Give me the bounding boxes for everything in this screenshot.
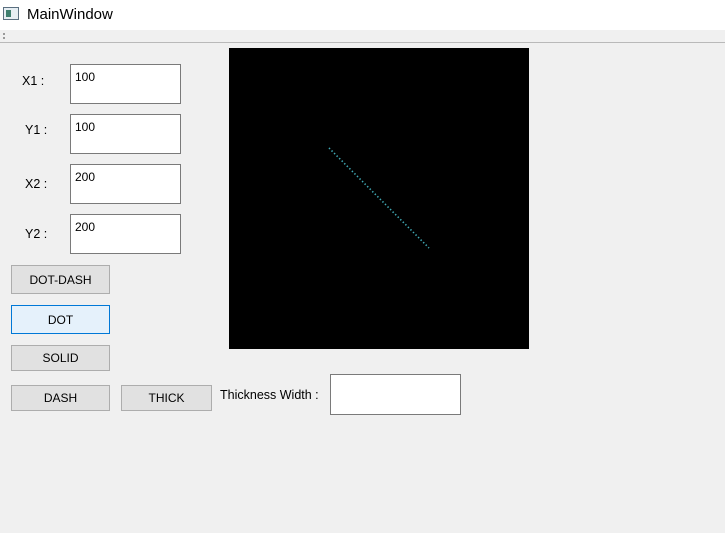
window-title: MainWindow (27, 6, 113, 23)
app-window-icon (3, 7, 19, 20)
x2-input[interactable]: 200 (70, 164, 181, 204)
title-bar: MainWindow (0, 0, 725, 30)
dash-button[interactable]: DASH (11, 385, 110, 411)
toolbar-grip-handle[interactable] (3, 33, 7, 39)
thick-button[interactable]: THICK (121, 385, 212, 411)
toolbar-area (0, 30, 725, 43)
x1-input[interactable]: 100 (70, 64, 181, 104)
canvas-svg (328, 147, 430, 249)
drawing-canvas[interactable] (229, 48, 529, 349)
dot-dash-button[interactable]: DOT-DASH (11, 265, 110, 294)
x2-label: X2 : (25, 177, 48, 191)
drawn-line (328, 147, 430, 249)
x1-label: X1 : (22, 74, 45, 88)
thickness-width-input[interactable] (330, 374, 461, 415)
y2-input[interactable]: 200 (70, 214, 181, 254)
thickness-width-label: Thickness Width : (220, 388, 319, 402)
y2-label: Y2 : (25, 227, 48, 241)
y1-input[interactable]: 100 (70, 114, 181, 154)
y1-label: Y1 : (25, 123, 48, 137)
dot-button[interactable]: DOT (11, 305, 110, 334)
solid-button[interactable]: SOLID (11, 345, 110, 371)
